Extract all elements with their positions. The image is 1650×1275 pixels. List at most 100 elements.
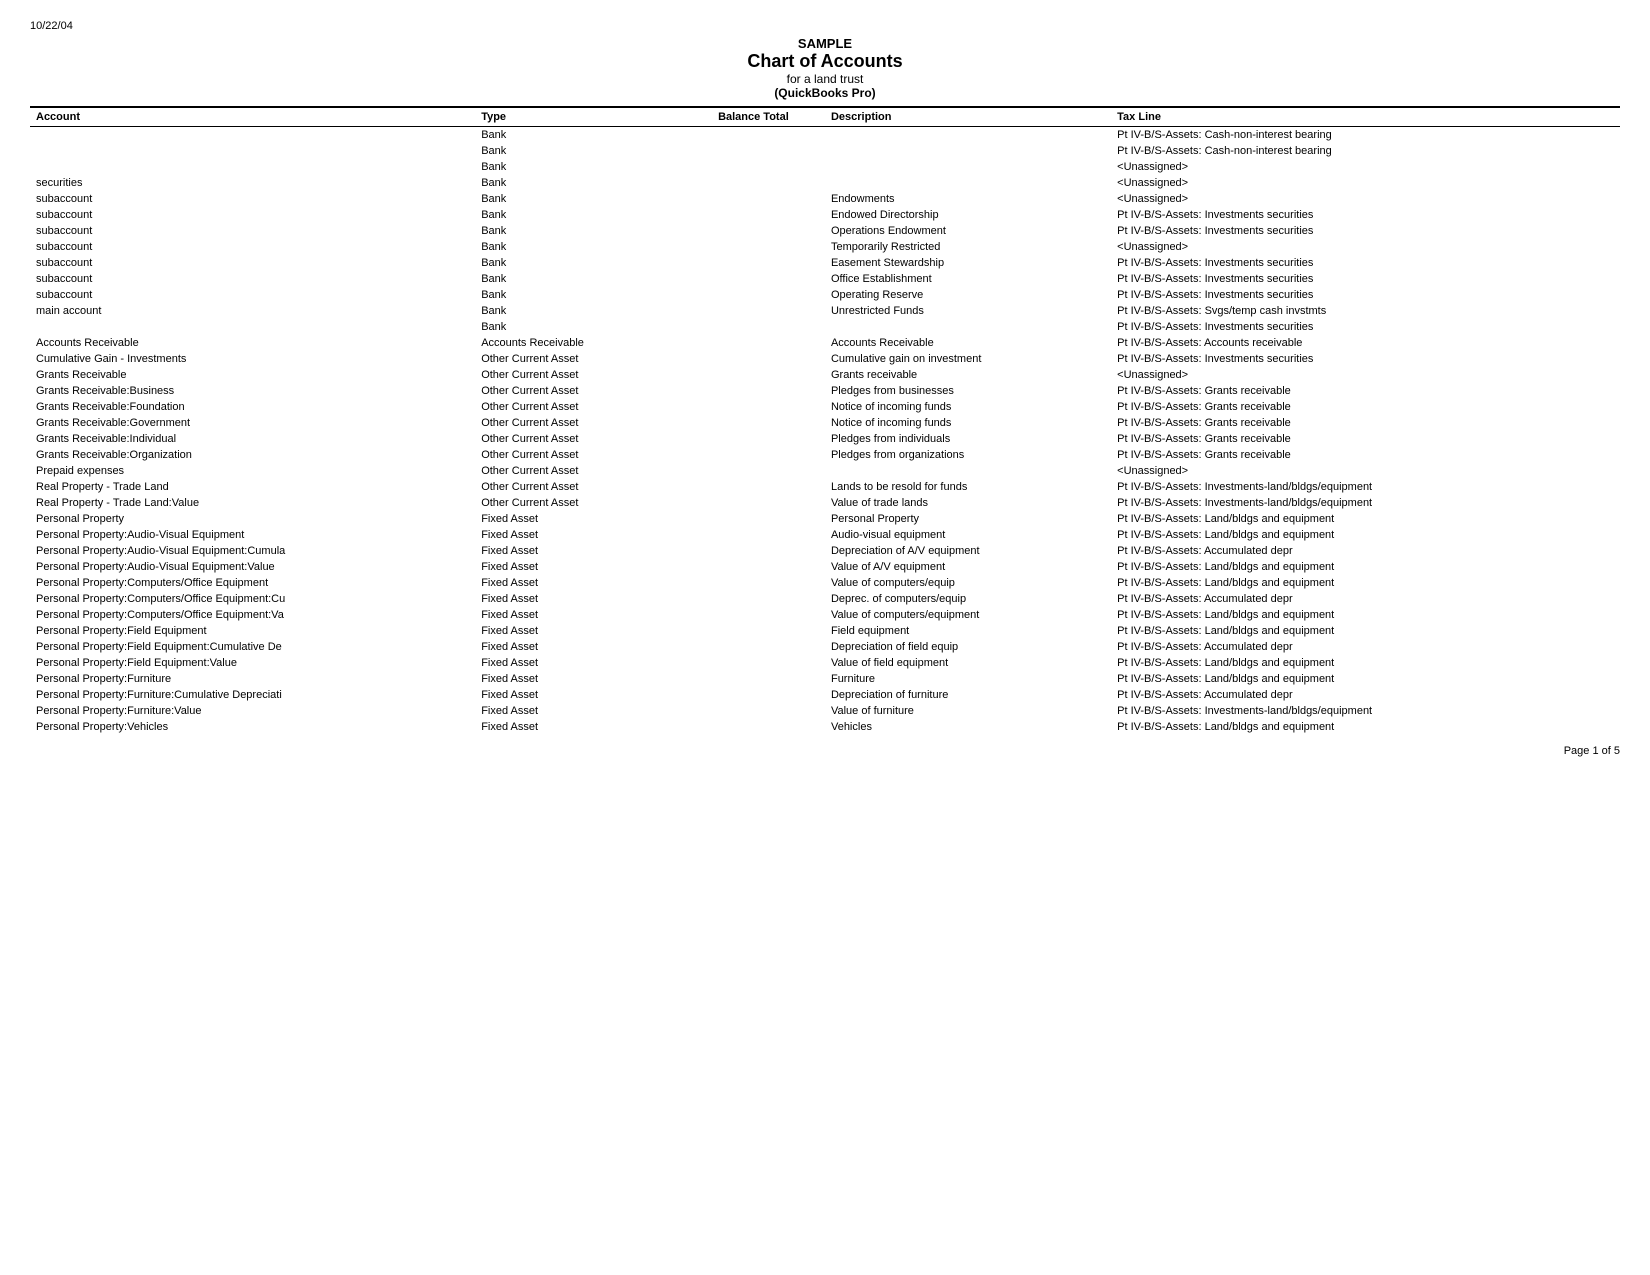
table-row: Bank<Unassigned>	[30, 159, 1620, 175]
cell-account	[30, 127, 475, 144]
table-row: subaccountBankEndowments<Unassigned>	[30, 191, 1620, 207]
cell-description: Endowments	[825, 191, 1111, 207]
cell-description: Depreciation of furniture	[825, 687, 1111, 703]
cell-description: Operations Endowment	[825, 223, 1111, 239]
cell-taxline: Pt IV-B/S-Assets: Investments securities	[1111, 207, 1620, 223]
cell-taxline: Pt IV-B/S-Assets: Land/bldgs and equipme…	[1111, 671, 1620, 687]
cell-balance	[682, 271, 825, 287]
cell-account: Personal Property:Furniture:Cumulative D…	[30, 687, 475, 703]
cell-description: Endowed Directorship	[825, 207, 1111, 223]
cell-description	[825, 159, 1111, 175]
cell-taxline: Pt IV-B/S-Assets: Grants receivable	[1111, 383, 1620, 399]
cell-taxline: Pt IV-B/S-Assets: Accumulated depr	[1111, 591, 1620, 607]
table-row: Personal Property:Audio-Visual Equipment…	[30, 559, 1620, 575]
cell-balance	[682, 527, 825, 543]
cell-balance	[682, 415, 825, 431]
cell-description: Pledges from organizations	[825, 447, 1111, 463]
cell-balance	[682, 719, 825, 735]
cell-type: Fixed Asset	[475, 511, 682, 527]
cell-balance	[682, 671, 825, 687]
cell-balance	[682, 575, 825, 591]
cell-type: Fixed Asset	[475, 719, 682, 735]
table-row: Personal Property:FurnitureFixed AssetFu…	[30, 671, 1620, 687]
cell-type: Bank	[475, 287, 682, 303]
cell-type: Bank	[475, 303, 682, 319]
cell-type: Bank	[475, 255, 682, 271]
cell-balance	[682, 207, 825, 223]
cell-description: Accounts Receivable	[825, 335, 1111, 351]
cell-balance	[682, 543, 825, 559]
table-row: Grants ReceivableOther Current AssetGran…	[30, 367, 1620, 383]
cell-description: Value of A/V equipment	[825, 559, 1111, 575]
col-account: Account	[30, 107, 475, 127]
cell-taxline: Pt IV-B/S-Assets: Investments-land/bldgs…	[1111, 703, 1620, 719]
cell-taxline: Pt IV-B/S-Assets: Cash-non-interest bear…	[1111, 127, 1620, 144]
cell-balance	[682, 159, 825, 175]
cell-taxline: Pt IV-B/S-Assets: Investments securities	[1111, 271, 1620, 287]
report-subtitle2: (QuickBooks Pro)	[30, 86, 1620, 100]
cell-balance	[682, 463, 825, 479]
cell-taxline: Pt IV-B/S-Assets: Grants receivable	[1111, 431, 1620, 447]
cell-description: Personal Property	[825, 511, 1111, 527]
cell-balance	[682, 223, 825, 239]
cell-account: Personal Property:Field Equipment:Cumula…	[30, 639, 475, 655]
cell-account: Personal Property:Furniture:Value	[30, 703, 475, 719]
cell-type: Other Current Asset	[475, 399, 682, 415]
cell-taxline: Pt IV-B/S-Assets: Grants receivable	[1111, 399, 1620, 415]
cell-balance	[682, 655, 825, 671]
cell-type: Bank	[475, 175, 682, 191]
table-row: subaccountBankEasement StewardshipPt IV-…	[30, 255, 1620, 271]
cell-account: Personal Property:Furniture	[30, 671, 475, 687]
cell-type: Bank	[475, 159, 682, 175]
cell-account: Real Property - Trade Land:Value	[30, 495, 475, 511]
cell-taxline: Pt IV-B/S-Assets: Investments securities	[1111, 255, 1620, 271]
cell-balance	[682, 591, 825, 607]
cell-type: Bank	[475, 191, 682, 207]
cell-type: Fixed Asset	[475, 623, 682, 639]
col-description: Description	[825, 107, 1111, 127]
cell-description: Depreciation of field equip	[825, 639, 1111, 655]
cell-balance	[682, 687, 825, 703]
cell-balance	[682, 319, 825, 335]
table-row: Grants Receivable:OrganizationOther Curr…	[30, 447, 1620, 463]
cell-account: Personal Property:Audio-Visual Equipment…	[30, 543, 475, 559]
cell-type: Fixed Asset	[475, 559, 682, 575]
cell-taxline: <Unassigned>	[1111, 175, 1620, 191]
table-row: subaccountBankOperating ReservePt IV-B/S…	[30, 287, 1620, 303]
cell-type: Other Current Asset	[475, 479, 682, 495]
cell-balance	[682, 607, 825, 623]
table-row: securitiesBank<Unassigned>	[30, 175, 1620, 191]
cell-account	[30, 159, 475, 175]
cell-balance	[682, 559, 825, 575]
cell-account: Grants Receivable:Government	[30, 415, 475, 431]
cell-taxline: Pt IV-B/S-Assets: Investments-land/bldgs…	[1111, 479, 1620, 495]
cell-type: Fixed Asset	[475, 671, 682, 687]
cell-taxline: Pt IV-B/S-Assets: Land/bldgs and equipme…	[1111, 527, 1620, 543]
cell-type: Other Current Asset	[475, 351, 682, 367]
cell-description: Pledges from individuals	[825, 431, 1111, 447]
cell-taxline: Pt IV-B/S-Assets: Svgs/temp cash invstmt…	[1111, 303, 1620, 319]
cell-type: Fixed Asset	[475, 639, 682, 655]
cell-type: Bank	[475, 223, 682, 239]
cell-balance	[682, 287, 825, 303]
cell-account: subaccount	[30, 239, 475, 255]
cell-account: Personal Property:Computers/Office Equip…	[30, 575, 475, 591]
cell-type: Fixed Asset	[475, 543, 682, 559]
cell-balance	[682, 479, 825, 495]
cell-description: Value of field equipment	[825, 655, 1111, 671]
cell-account: Personal Property:Computers/Office Equip…	[30, 607, 475, 623]
cell-type: Fixed Asset	[475, 703, 682, 719]
cell-description	[825, 127, 1111, 144]
cell-balance	[682, 303, 825, 319]
cell-type: Fixed Asset	[475, 575, 682, 591]
table-row: Grants Receivable:FoundationOther Curren…	[30, 399, 1620, 415]
col-balance: Balance Total	[682, 107, 825, 127]
cell-description: Value of trade lands	[825, 495, 1111, 511]
cell-description: Value of furniture	[825, 703, 1111, 719]
cell-taxline: Pt IV-B/S-Assets: Land/bldgs and equipme…	[1111, 575, 1620, 591]
cell-type: Other Current Asset	[475, 431, 682, 447]
cell-description: Unrestricted Funds	[825, 303, 1111, 319]
date: 10/22/04	[30, 20, 1620, 32]
cell-balance	[682, 351, 825, 367]
cell-balance	[682, 255, 825, 271]
